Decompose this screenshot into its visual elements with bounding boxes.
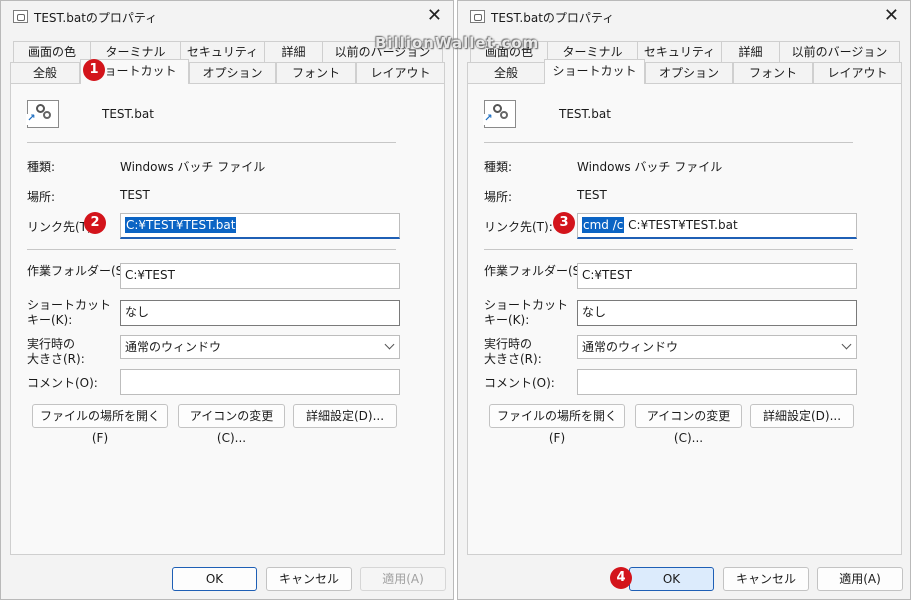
- tab-details[interactable]: 詳細: [265, 41, 323, 63]
- step-badge-4: 4: [610, 567, 632, 589]
- link-target-text: C:¥TEST¥TEST.bat: [624, 218, 738, 232]
- workdir-field[interactable]: C:¥TEST: [577, 263, 857, 289]
- window-title: TEST.batのプロパティ: [491, 11, 615, 25]
- divider: [27, 249, 396, 250]
- run-size-select[interactable]: 通常のウィンドウ: [577, 335, 857, 359]
- open-file-location-button[interactable]: ファイルの場所を開く(F): [32, 404, 168, 445]
- chevron-down-icon: [841, 339, 852, 350]
- cancel-button[interactable]: キャンセル: [723, 567, 809, 591]
- batch-file-icon: [470, 10, 485, 23]
- location-label: 場所:: [27, 190, 56, 204]
- workdir-field[interactable]: C:¥TEST: [120, 263, 400, 289]
- comment-label: コメント(O):: [27, 376, 98, 390]
- step-badge-1: 1: [83, 59, 105, 81]
- link-target-label: リンク先(T):: [484, 220, 553, 234]
- open-file-location-button[interactable]: ファイルの場所を開く(F): [489, 404, 625, 445]
- type-value: Windows バッチ ファイル: [120, 160, 266, 174]
- run-size-value: 通常のウィンドウ: [125, 340, 222, 354]
- divider: [27, 142, 396, 143]
- run-size-label-2: 大きさ(R):: [27, 352, 85, 366]
- file-name: TEST.bat: [102, 107, 154, 121]
- advanced-button[interactable]: 詳細設定(D)...: [293, 404, 397, 428]
- advanced-button[interactable]: 詳細設定(D)...: [750, 404, 854, 428]
- apply-button[interactable]: 適用(A): [817, 567, 903, 591]
- file-name: TEST.bat: [559, 107, 611, 121]
- properties-dialog-left: TEST.batのプロパティ ✕ 画面の色 ターミナル セキュリティ 詳細 以前…: [0, 0, 454, 600]
- type-value: Windows バッチ ファイル: [577, 160, 723, 174]
- close-icon[interactable]: ✕: [427, 5, 442, 27]
- tab-options[interactable]: オプション: [189, 62, 276, 84]
- cancel-button[interactable]: キャンセル: [266, 567, 352, 591]
- location-value: TEST: [120, 188, 150, 202]
- batch-file-icon: [13, 10, 28, 23]
- title-bar: TEST.batのプロパティ ✕: [458, 1, 910, 33]
- link-target-field[interactable]: C:¥TEST¥TEST.bat: [120, 213, 400, 239]
- step-badge-2: 2: [84, 212, 106, 234]
- location-label: 場所:: [484, 190, 513, 204]
- workdir-label: 作業フォルダー(S):: [27, 264, 133, 278]
- shortcut-key-label-2: キー(K):: [27, 313, 73, 327]
- tab-layout[interactable]: レイアウト: [813, 62, 902, 84]
- change-icon-button[interactable]: アイコンの変更(C)...: [635, 404, 742, 445]
- run-size-label-2: 大きさ(R):: [484, 352, 542, 366]
- tab-layout[interactable]: レイアウト: [356, 62, 445, 84]
- type-label: 種類:: [27, 160, 56, 174]
- watermark: BillionWallet.com: [375, 34, 540, 52]
- apply-button[interactable]: 適用(A): [360, 567, 446, 591]
- properties-dialog-right: TEST.batのプロパティ ✕ 画面の色 ターミナル セキュリティ 詳細 以前…: [457, 0, 911, 600]
- window-title: TEST.batのプロパティ: [34, 11, 158, 25]
- tab-previous-versions[interactable]: 以前のバージョン: [780, 41, 900, 63]
- divider: [484, 142, 853, 143]
- tab-general[interactable]: 全般: [10, 62, 80, 84]
- shortcut-key-label-2: キー(K):: [484, 313, 530, 327]
- tab-security[interactable]: セキュリティ: [181, 41, 265, 63]
- shortcut-key-field[interactable]: なし: [120, 300, 400, 326]
- run-size-select[interactable]: 通常のウィンドウ: [120, 335, 400, 359]
- tab-options[interactable]: オプション: [645, 62, 733, 84]
- workdir-label: 作業フォルダー(S):: [484, 264, 590, 278]
- location-value: TEST: [577, 188, 607, 202]
- title-bar: TEST.batのプロパティ ✕: [1, 1, 453, 33]
- ok-button[interactable]: OK: [172, 567, 257, 591]
- divider: [484, 249, 853, 250]
- tab-general[interactable]: 全般: [467, 62, 545, 84]
- batch-file-icon: ↗: [26, 100, 59, 128]
- run-size-value: 通常のウィンドウ: [582, 340, 679, 354]
- chevron-down-icon: [384, 339, 395, 350]
- ok-button[interactable]: OK: [629, 567, 714, 591]
- tab-font[interactable]: フォント: [276, 62, 356, 84]
- tab-security[interactable]: セキュリティ: [638, 41, 722, 63]
- tab-details[interactable]: 詳細: [722, 41, 780, 63]
- link-target-field[interactable]: cmd /c C:¥TEST¥TEST.bat: [577, 213, 857, 239]
- link-target-selected-text: cmd /c: [582, 217, 625, 233]
- shortcut-panel: ↗ TEST.bat 種類: Windows バッチ ファイル 場所: TEST…: [10, 83, 445, 555]
- comment-field[interactable]: [577, 369, 857, 395]
- comment-label: コメント(O):: [484, 376, 555, 390]
- type-label: 種類:: [484, 160, 513, 174]
- change-icon-button[interactable]: アイコンの変更(C)...: [178, 404, 285, 445]
- link-target-selected-text: C:¥TEST¥TEST.bat: [125, 217, 237, 233]
- step-badge-3: 3: [553, 212, 575, 234]
- tab-shortcut[interactable]: ショートカット: [544, 59, 645, 84]
- close-icon[interactable]: ✕: [884, 5, 899, 27]
- batch-file-icon: ↗: [483, 100, 516, 128]
- tab-font[interactable]: フォント: [733, 62, 813, 84]
- comment-field[interactable]: [120, 369, 400, 395]
- shortcut-panel: ↗ TEST.bat 種類: Windows バッチ ファイル 場所: TEST…: [467, 83, 902, 555]
- shortcut-key-field[interactable]: なし: [577, 300, 857, 326]
